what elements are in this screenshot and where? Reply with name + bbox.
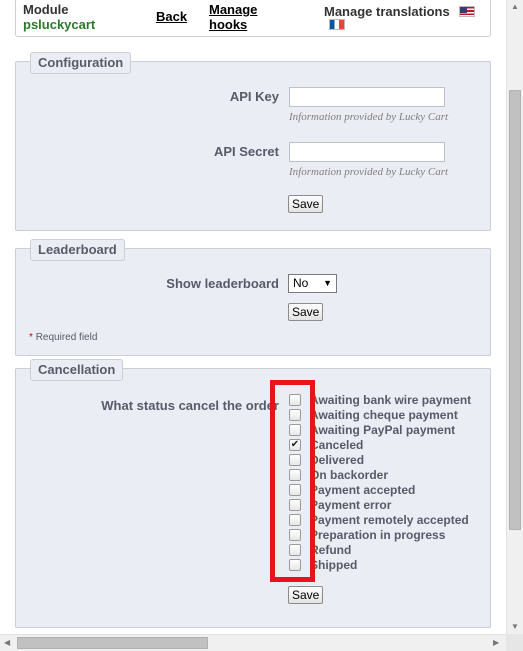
- manage-hooks-line1: Manage: [209, 2, 258, 17]
- status-label: Payment accepted: [310, 483, 416, 497]
- cancellation-save-button[interactable]: Save: [288, 586, 324, 604]
- status-label: Awaiting cheque payment: [310, 408, 458, 422]
- status-label: Canceled: [310, 438, 364, 452]
- status-label: Shipped: [310, 558, 358, 572]
- api-key-hint: Information provided by Lucky Cart: [289, 111, 449, 123]
- cancellation-legend: Cancellation: [30, 359, 124, 381]
- scrollbar-corner: [506, 634, 523, 651]
- fr-flag-icon[interactable]: [329, 19, 345, 30]
- status-label: Payment remotely accepted: [310, 513, 469, 527]
- scroll-right-arrow-icon[interactable]: ▶: [493, 638, 499, 647]
- api-secret-input[interactable]: [289, 142, 445, 162]
- back-link[interactable]: Back: [156, 9, 187, 24]
- show-leaderboard-label: Show leaderboard: [166, 276, 279, 291]
- scroll-down-arrow-icon[interactable]: ▼: [511, 622, 519, 631]
- module-toolbar: Module psluckycart Back Manage hooks Man…: [15, 0, 491, 37]
- manage-translations-label: Manage translations: [324, 4, 450, 19]
- configuration-legend: Configuration: [30, 52, 132, 74]
- api-secret-label: API Secret: [213, 144, 279, 159]
- show-leaderboard-value: No: [293, 276, 309, 290]
- configuration-save-button[interactable]: Save: [288, 195, 324, 213]
- leaderboard-save-button[interactable]: Save: [288, 303, 324, 321]
- show-leaderboard-select[interactable]: No ▼: [288, 274, 337, 293]
- status-label: Awaiting PayPal payment: [310, 423, 456, 437]
- status-label: Payment error: [310, 498, 392, 512]
- status-label: Preparation in progress: [310, 528, 446, 542]
- required-field-note: * Required field: [29, 332, 97, 343]
- highlight-box: [270, 380, 315, 582]
- api-secret-hint: Information provided by Lucky Cart: [289, 166, 449, 178]
- cancel-status-question: What status cancel the order: [101, 398, 279, 413]
- required-field-text: Required field: [35, 332, 98, 343]
- status-label: On backorder: [310, 468, 389, 482]
- leaderboard-legend: Leaderboard: [30, 239, 125, 261]
- vertical-scroll-thumb[interactable]: [509, 90, 521, 530]
- dropdown-arrow-icon: ▼: [323, 278, 332, 288]
- status-label: Awaiting bank wire payment: [310, 393, 472, 407]
- scroll-left-arrow-icon[interactable]: ◀: [4, 638, 10, 647]
- horizontal-scrollbar[interactable]: ◀ ▶: [0, 634, 506, 651]
- status-label: Delivered: [310, 453, 365, 467]
- module-info: Module psluckycart: [23, 2, 95, 32]
- api-key-input[interactable]: [289, 87, 445, 107]
- manage-hooks-line2: hooks: [209, 17, 248, 32]
- scroll-up-arrow-icon[interactable]: ▲: [511, 2, 519, 11]
- required-asterisk: *: [29, 332, 33, 343]
- module-name: psluckycart: [23, 17, 96, 32]
- us-flag-icon[interactable]: [459, 6, 475, 17]
- horizontal-scroll-thumb[interactable]: [17, 637, 208, 649]
- module-label: Module: [23, 2, 69, 17]
- status-label: Refund: [310, 543, 352, 557]
- manage-hooks-link[interactable]: Manage hooks: [209, 2, 257, 32]
- vertical-scrollbar[interactable]: ▲ ▼: [506, 0, 523, 634]
- api-key-label: API Key: [229, 89, 279, 104]
